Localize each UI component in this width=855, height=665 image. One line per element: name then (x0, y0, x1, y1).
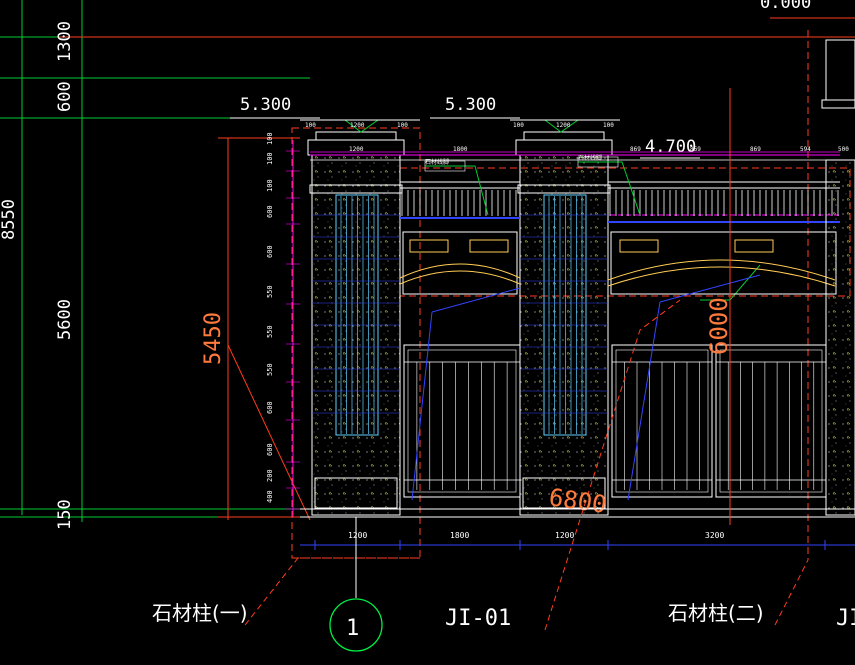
iron-gates (403, 344, 827, 498)
bottom-dim-1: 1800 (450, 531, 469, 540)
vertical-dim-label: 100 (266, 132, 274, 145)
railing-balusters (401, 190, 839, 216)
label-jl-01: JI-01 (445, 606, 511, 631)
bottom-dim-3: 3200 (705, 531, 724, 540)
vertical-dim-label: 600 (266, 205, 274, 218)
dim-height-5450: 5450 (201, 312, 226, 365)
vertical-dim-label: 600 (266, 401, 274, 414)
vertical-dim-label: 550 (266, 363, 274, 376)
bottom-dim-2: 1200 (555, 531, 574, 540)
cap-dim-100a: 100 (305, 122, 316, 129)
gate-frame (715, 344, 827, 498)
note-1: 石材线脚 (425, 158, 449, 166)
vertical-dim-label: 200 (266, 469, 274, 482)
height-dimension (218, 137, 311, 521)
top-dim-5: 594 (800, 146, 811, 153)
vertical-dim-label: 550 (266, 325, 274, 338)
label-stone-pillar-1: 石材柱(一) (152, 601, 248, 625)
note-2: 石材线脚 (578, 154, 602, 162)
vertical-dimensions: 100 100 100 600 600 550 550 550 600 600 200 400 (266, 132, 300, 510)
elevation-center: 5.300 (445, 95, 496, 115)
dim-5600: 5600 (55, 299, 75, 340)
label-jl-partial: JI (836, 606, 855, 631)
vertical-dim-label: 100 (266, 152, 274, 165)
label-stone-pillar-2: 石材柱(二) (668, 601, 764, 625)
vertical-dim-label: 400 (266, 490, 274, 503)
vertical-dim-label: 550 (266, 285, 274, 298)
cap-dim-1200a: 1200 (350, 122, 365, 129)
vertical-dim-label: 600 (266, 245, 274, 258)
top-dim-1: 1800 (453, 146, 468, 153)
top-dim-3: 869 (690, 146, 701, 153)
bottom-dim-0: 1200 (348, 531, 367, 540)
top-dim-2: 869 (630, 146, 641, 153)
elevation-left: 5.300 (240, 95, 291, 115)
gate-inner (719, 349, 823, 493)
dim-600: 600 (55, 81, 75, 112)
elevation-right: 4.700 (645, 137, 696, 157)
top-dim-4: 869 (750, 146, 761, 153)
dim-1300: 1300 (55, 21, 75, 62)
cap-dim-100b: 100 (397, 122, 408, 129)
cap-dim-100d: 100 (603, 122, 614, 129)
left-dimension-chain (0, 0, 855, 522)
top-right-elevation: 0.000 (760, 0, 811, 13)
vertical-dim-label: 100 (266, 179, 274, 192)
pillar-center (519, 154, 609, 516)
top-dim-0: 1200 (349, 146, 364, 153)
right-partial-pillar (821, 39, 855, 516)
axis-label: 1 (346, 616, 359, 641)
cap-dim-1200b: 1200 (556, 122, 571, 129)
callout-6000: 6000 (705, 297, 733, 355)
dim-150: 150 (55, 499, 75, 530)
top-dim-6: 500 (838, 146, 849, 153)
dim-total-8550: 8550 (0, 199, 19, 240)
gate-inner (407, 349, 517, 493)
gate-frame (403, 344, 521, 498)
cap-dim-100c: 100 (513, 122, 524, 129)
decorative-panels (399, 231, 837, 295)
pillar-left (311, 154, 401, 516)
vertical-dim-label: 600 (266, 443, 274, 456)
cad-drawing-canvas: 0.000 8550 1300 600 5600 150 5.300 5.300… (0, 0, 855, 652)
